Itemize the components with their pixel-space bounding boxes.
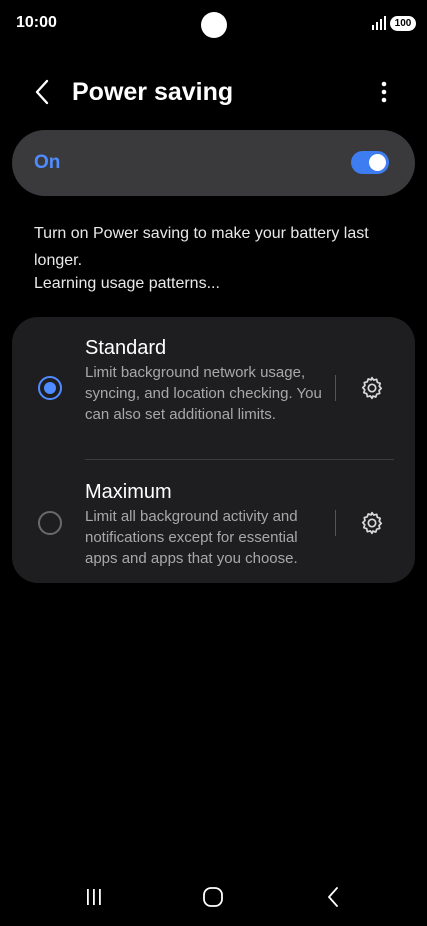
- power-saving-description: Turn on Power saving to make your batter…: [34, 225, 369, 269]
- maximum-radio[interactable]: [38, 511, 62, 535]
- learning-status: Learning usage patterns...: [34, 275, 220, 292]
- system-back-button[interactable]: [313, 882, 353, 912]
- home-icon: [203, 887, 223, 907]
- maximum-title: Maximum: [85, 481, 172, 503]
- recents-button[interactable]: [74, 882, 114, 912]
- navigation-bar: [0, 862, 427, 926]
- toggle-knob: [369, 154, 386, 171]
- maximum-description: Limit all background activity and notifi…: [85, 508, 298, 567]
- back-button[interactable]: [26, 76, 58, 108]
- chevron-left-icon: [35, 79, 49, 105]
- standard-radio[interactable]: [38, 376, 62, 400]
- more-vertical-icon: [381, 81, 387, 103]
- standard-description: Limit background network usage, syncing,…: [85, 364, 322, 423]
- master-switch-label: On: [34, 152, 61, 173]
- page-title: Power saving: [72, 78, 234, 106]
- maximum-settings-button[interactable]: [356, 507, 388, 539]
- status-bar: 10:00 100: [0, 0, 427, 48]
- mode-option-maximum[interactable]: Maximum Limit all background activity an…: [12, 460, 415, 583]
- mode-option-standard[interactable]: Standard Limit background network usage,…: [12, 317, 415, 459]
- camera-cutout: [201, 12, 227, 38]
- master-toggle[interactable]: [351, 151, 389, 174]
- gear-icon: [361, 376, 383, 400]
- status-time: 10:00: [16, 14, 57, 31]
- screen: 10:00 100 Power saving On Turn on Power …: [0, 0, 427, 926]
- recents-icon: [87, 889, 101, 905]
- vertical-divider: [335, 375, 336, 401]
- home-button[interactable]: [193, 882, 233, 912]
- signal-icon: [372, 16, 386, 30]
- back-icon: [328, 887, 338, 907]
- standard-settings-button[interactable]: [356, 372, 388, 404]
- standard-title: Standard: [85, 337, 167, 359]
- battery-icon: 100: [390, 16, 416, 31]
- power-saving-master-switch[interactable]: On: [12, 130, 415, 196]
- vertical-divider: [335, 510, 336, 536]
- gear-icon: [361, 511, 383, 535]
- mode-card: Standard Limit background network usage,…: [12, 317, 415, 583]
- more-options-button[interactable]: [370, 76, 398, 108]
